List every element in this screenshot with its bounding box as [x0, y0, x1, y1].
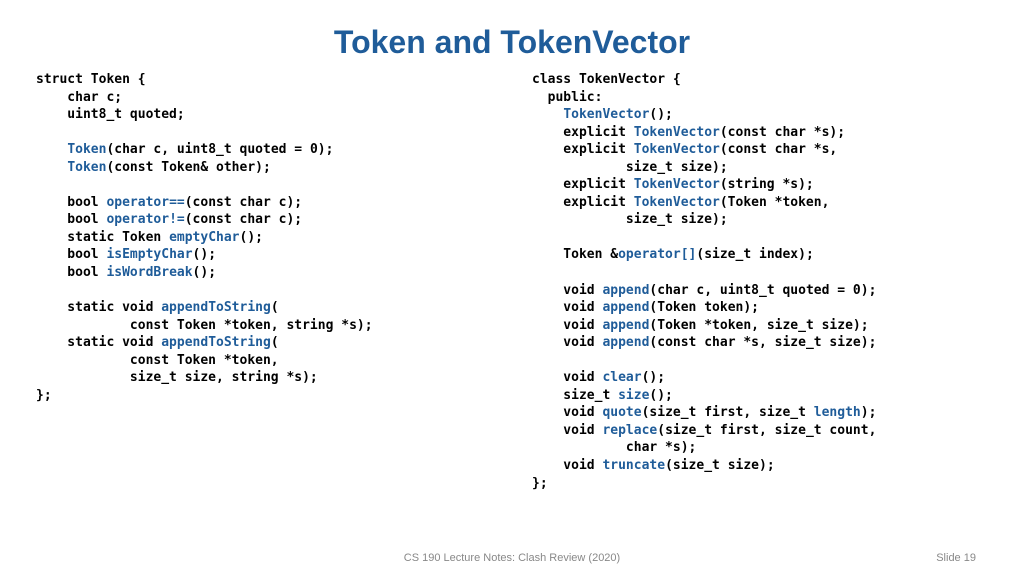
token-struct-code: struct Token { char c; uint8_t quoted; T… — [36, 71, 492, 404]
tokenvector-class-code: class TokenVector { public: TokenVector(… — [532, 71, 988, 492]
code-columns: struct Token { char c; uint8_t quoted; T… — [0, 71, 1024, 492]
left-column: struct Token { char c; uint8_t quoted; T… — [36, 71, 492, 492]
slide-footer: CS 190 Lecture Notes: Clash Review (2020… — [0, 552, 1024, 564]
footer-slide-number: Slide 19 — [667, 552, 976, 564]
right-column: class TokenVector { public: TokenVector(… — [532, 71, 988, 492]
footer-center: CS 190 Lecture Notes: Clash Review (2020… — [357, 552, 666, 564]
slide-title: Token and TokenVector — [0, 0, 1024, 71]
